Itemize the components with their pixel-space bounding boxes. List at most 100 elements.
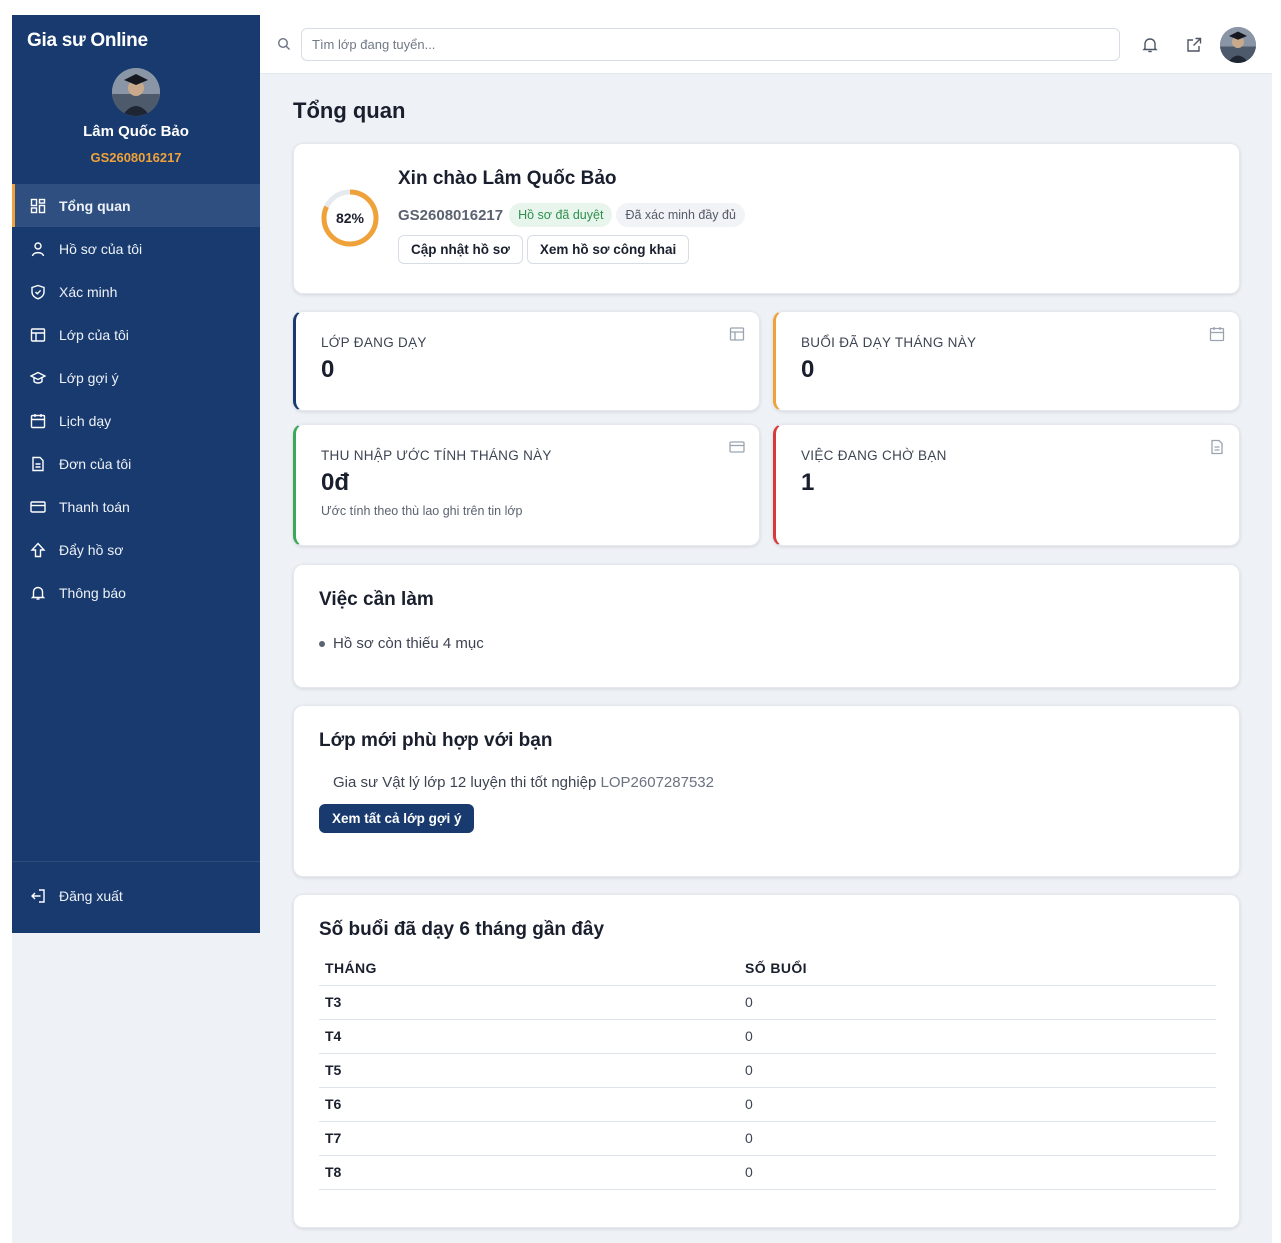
sidebar-logout[interactable]: Đăng xuất <box>12 874 260 917</box>
stat-value: 0 <box>801 356 815 383</box>
class-code: LOP2607287532 <box>600 774 714 791</box>
todo-title: Việc cần làm <box>319 589 434 610</box>
class-title: Gia sư Vật lý lớp 12 luyện thi tốt nghiệ… <box>333 774 597 791</box>
sidebar-item-boost-profile[interactable]: Đẩy hồ sơ <box>12 528 260 571</box>
stat-label: LỚP ĐANG DẠY <box>321 335 427 350</box>
logout-label: Đăng xuất <box>59 887 123 904</box>
view-public-profile-button[interactable]: Xem hồ sơ công khai <box>526 235 690 264</box>
column-header-month: THÁNG <box>319 955 739 986</box>
table-row: T8 0 <box>319 1155 1216 1190</box>
count-cell: 0 <box>739 1053 1216 1088</box>
table-header-row: THÁNG SỐ BUỔI <box>319 955 1216 986</box>
dashboard-icon <box>30 198 46 214</box>
list-item[interactable]: Hồ sơ còn thiếu 4 mục <box>319 635 484 652</box>
sidebar-item-my-classes[interactable]: Lớp của tôi <box>12 313 260 356</box>
sidebar-item-verify[interactable]: Xác minh <box>12 270 260 313</box>
sessions-table: THÁNG SỐ BUỔI T3 0 T4 0 T5 0 T6 0 T7 0 T8 0 <box>319 955 1216 1190</box>
app-shell: Gia sư Online Lâm Quốc Bảo GS2608016217 … <box>12 15 1272 1243</box>
shield-icon <box>30 284 46 300</box>
month-cell: T7 <box>319 1121 739 1156</box>
update-profile-button[interactable]: Cập nhật hồ sơ <box>398 235 523 264</box>
count-cell: 0 <box>739 1155 1216 1190</box>
stat-label: THU NHẬP ƯỚC TÍNH THÁNG NÀY <box>321 448 552 463</box>
calendar-icon <box>1209 327 1225 342</box>
profile-progress-label: 82% <box>335 210 365 226</box>
stat-card-estimated-income[interactable]: THU NHẬP ƯỚC TÍNH THÁNG NÀY 0đ Ước tính … <box>293 424 760 546</box>
month-cell: T4 <box>319 1019 739 1054</box>
view-all-suggested-button[interactable]: Xem tất cả lớp gợi ý <box>319 804 475 833</box>
user-icon <box>30 241 46 257</box>
count-cell: 0 <box>739 1019 1216 1054</box>
sidebar-item-profile[interactable]: Hồ sơ của tôi <box>12 227 260 270</box>
topbar <box>260 15 1272 74</box>
welcome-card: 82% Xin chào Lâm Quốc Bảo GS2608016217 H… <box>293 143 1240 294</box>
welcome-greeting: Xin chào Lâm Quốc Bảo <box>398 168 617 189</box>
sidebar-item-my-orders[interactable]: Đơn của tôi <box>12 442 260 485</box>
stat-value: 0đ <box>321 469 350 496</box>
table-row: T6 0 <box>319 1087 1216 1122</box>
sidebar-item-label: Lớp của tôi <box>59 326 129 343</box>
external-link-icon[interactable] <box>1185 36 1203 54</box>
table-row: T4 0 <box>319 1019 1216 1054</box>
sidebar-item-label: Đơn của tôi <box>59 455 132 472</box>
status-badge-approved: Hồ sơ đã duyệt <box>509 203 613 227</box>
table-icon <box>30 327 46 343</box>
user-name: Lâm Quốc Bảo <box>83 123 189 140</box>
table-row: T7 0 <box>319 1121 1216 1156</box>
tutor-code: GS2608016217 <box>398 206 504 224</box>
list-item[interactable]: Gia sư Vật lý lớp 12 luyện thi tốt nghiệ… <box>333 774 714 791</box>
month-cell: T6 <box>319 1087 739 1122</box>
stat-card-teaching-classes[interactable]: LỚP ĐANG DẠY 0 <box>293 311 760 411</box>
page-title: Tổng quan <box>293 98 406 123</box>
count-cell: 0 <box>739 1121 1216 1156</box>
search-input[interactable] <box>301 28 1120 61</box>
stat-label: BUỔI ĐÃ DẠY THÁNG NÀY <box>801 335 977 350</box>
logout-icon <box>30 888 46 904</box>
sidebar-item-suggested-classes[interactable]: Lớp gợi ý <box>12 356 260 399</box>
welcome-badges: GS2608016217 Hồ sơ đã duyệt Đã xác minh … <box>398 203 745 227</box>
sidebar-item-label: Tổng quan <box>59 197 131 214</box>
table-icon <box>729 327 745 341</box>
credit-card-icon <box>729 441 745 453</box>
month-cell: T8 <box>319 1155 739 1190</box>
document-icon <box>1211 439 1223 455</box>
sessions-title: Số buổi đã dạy 6 tháng gần đây <box>319 919 605 940</box>
todo-item-text: Hồ sơ còn thiếu 4 mục <box>333 635 484 652</box>
todo-card: Việc cần làm Hồ sơ còn thiếu 4 mục <box>293 564 1240 688</box>
brand-title[interactable]: Gia sư Online <box>27 30 148 52</box>
stat-value: 0 <box>321 356 335 383</box>
user-avatar-button[interactable] <box>1220 27 1256 63</box>
stat-card-pending-tasks[interactable]: VIỆC ĐANG CHỜ BẠN 1 <box>773 424 1240 546</box>
bell-icon <box>30 585 46 601</box>
sidebar: Gia sư Online Lâm Quốc Bảo GS2608016217 … <box>12 15 260 933</box>
avatar[interactable] <box>112 68 160 116</box>
table-row: T5 0 <box>319 1053 1216 1088</box>
sidebar-item-notifications[interactable]: Thông báo <box>12 571 260 614</box>
sidebar-item-payment[interactable]: Thanh toán <box>12 485 260 528</box>
bullet-icon <box>319 640 325 647</box>
search-icon <box>277 37 290 50</box>
count-cell: 0 <box>739 985 1216 1020</box>
sidebar-divider <box>12 861 260 862</box>
suggested-title: Lớp mới phù hợp với bạn <box>319 730 553 751</box>
bell-icon[interactable] <box>1141 36 1159 54</box>
sidebar-item-dashboard[interactable]: Tổng quan <box>12 184 260 227</box>
sidebar-item-label: Xác minh <box>59 283 118 300</box>
user-code: GS2608016217 <box>90 150 182 165</box>
sidebar-item-label: Lớp gợi ý <box>59 369 119 386</box>
month-cell: T5 <box>319 1053 739 1088</box>
credit-card-icon <box>30 499 46 515</box>
count-cell: 0 <box>739 1087 1216 1122</box>
stat-label: VIỆC ĐANG CHỜ BẠN <box>801 448 947 463</box>
arrow-up-icon <box>30 541 46 558</box>
logout-button[interactable]: Đăng xuất <box>12 874 260 917</box>
calendar-icon <box>30 413 46 429</box>
welcome-actions: Cập nhật hồ sơ Xem hồ sơ công khai <box>398 235 690 264</box>
month-cell: T3 <box>319 985 739 1020</box>
graduation-cap-icon <box>30 370 46 386</box>
status-badge-verified: Đã xác minh đầy đủ <box>616 203 745 227</box>
sidebar-item-label: Thông báo <box>59 584 126 601</box>
sessions-card: Số buổi đã dạy 6 tháng gần đây THÁNG SỐ … <box>293 894 1240 1228</box>
sidebar-item-schedule[interactable]: Lịch dạy <box>12 399 260 442</box>
stat-card-sessions-this-month[interactable]: BUỔI ĐÃ DẠY THÁNG NÀY 0 <box>773 311 1240 411</box>
